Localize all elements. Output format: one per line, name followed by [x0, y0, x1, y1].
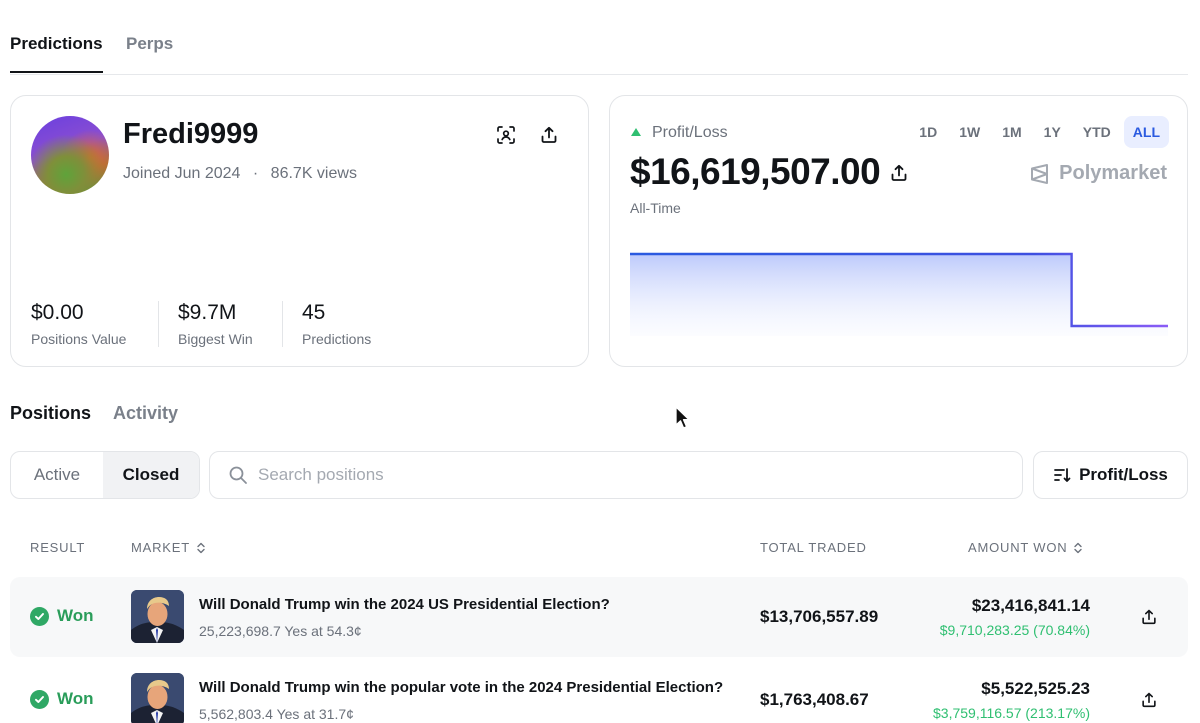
header-result: RESULT [30, 540, 85, 555]
amount-won: $5,522,525.23 [981, 679, 1090, 698]
tab-activity[interactable]: Activity [113, 403, 178, 424]
stat-label: Predictions [302, 331, 372, 347]
avatar [31, 116, 109, 194]
check-circle-icon [30, 606, 49, 626]
sort-updown-icon [197, 542, 205, 553]
mouse-cursor-icon [675, 406, 690, 429]
username: Fredi9999 [123, 118, 259, 150]
filter-active[interactable]: Active [11, 452, 103, 498]
result-label: Won [57, 689, 94, 708]
range-1w[interactable]: 1W [950, 116, 989, 148]
total-traded: $1,763,408.67 [760, 690, 869, 709]
market-title[interactable]: Will Donald Trump win the popular vote i… [199, 679, 723, 696]
share-icon [891, 164, 907, 181]
market-title[interactable]: Will Donald Trump win the 2024 US Presid… [199, 596, 610, 613]
range-1m[interactable]: 1M [993, 116, 1030, 148]
profile-meta: Joined Jun 2024 · 86.7K views [123, 165, 357, 183]
status-toggle: Active Closed [10, 451, 200, 499]
share-icon [1142, 609, 1156, 625]
result-won: Won [30, 689, 94, 709]
stat-label: Positions Value [31, 331, 127, 347]
market-thumbnail [131, 673, 184, 723]
share-icon [541, 126, 557, 143]
scan-icon [497, 126, 515, 144]
meta-separator: · [252, 165, 259, 182]
stat-label: Biggest Win [178, 331, 253, 347]
stat-divider [282, 301, 283, 347]
amount-won: $23,416,841.14 [971, 596, 1090, 615]
pnl-chart [630, 252, 1168, 336]
stat-value: 45 [302, 301, 326, 324]
header-market[interactable]: MARKET [131, 540, 206, 555]
table-row[interactable]: Won Will Donald Trump win the 2024 US Pr… [10, 577, 1188, 657]
brand-name: Polymarket [1059, 162, 1167, 184]
tab-predictions[interactable]: Predictions [10, 34, 103, 73]
scan-button[interactable] [495, 124, 517, 146]
share-pnl-button[interactable] [888, 162, 910, 184]
sort-button[interactable]: Profit/Loss [1033, 451, 1188, 499]
profit-loss-card: Profit/Loss 1D 1W 1M 1Y YTD ALL $16,619,… [609, 95, 1188, 367]
pnl-period: All-Time [630, 200, 681, 216]
pnl-area [630, 254, 1168, 336]
range-all[interactable]: ALL [1123, 116, 1169, 148]
range-1y[interactable]: 1Y [1035, 116, 1070, 148]
pnl-title: Profit/Loss [652, 124, 728, 141]
top-tabs: Predictions Perps [10, 0, 1188, 75]
tab-perps[interactable]: Perps [126, 34, 173, 54]
header-result-label: RESULT [30, 540, 86, 555]
joined-date: Joined Jun 2024 [123, 165, 241, 182]
market-thumbnail [131, 590, 184, 643]
views-count: 86.7K views [270, 165, 357, 182]
header-total-traded-label: TOTAL TRADED [760, 540, 867, 555]
table-row[interactable]: Won Will Donald Trump win the popular vo… [10, 660, 1188, 723]
search-input[interactable] [258, 452, 998, 498]
profile-card: Fredi9999 Joined Jun 2024 · 86.7K views … [10, 95, 589, 367]
result-won: Won [30, 606, 94, 626]
stat-positions-value: $0.00 Positions Value [31, 301, 126, 347]
sort-icon [1054, 468, 1071, 482]
market-position: 25,223,698.7 Yes at 54.3¢ [199, 623, 362, 639]
stat-divider [158, 301, 159, 347]
share-icon [1142, 692, 1156, 708]
stat-predictions: 45 Predictions [302, 301, 371, 347]
stat-value: $0.00 [31, 301, 84, 324]
tab-positions[interactable]: Positions [10, 403, 91, 424]
sort-updown-icon [1074, 542, 1083, 553]
check-circle-icon [30, 689, 49, 709]
polymarket-brand: Polymarket [1029, 162, 1167, 185]
header-total-traded: TOTAL TRADED [760, 540, 867, 555]
profit-amount: $9,710,283.25 (70.84%) [939, 622, 1090, 638]
total-traded: $13,706,557.89 [760, 607, 879, 626]
profit-amount: $3,759,116.57 (213.17%) [933, 705, 1090, 721]
search-box [209, 451, 1023, 499]
pnl-amount: $16,619,507.00 [630, 151, 881, 192]
header-amount-won-label: AMOUNT WON [968, 540, 1068, 555]
range-1d[interactable]: 1D [910, 116, 946, 148]
time-range-selector: 1D 1W 1M 1Y YTD ALL [910, 116, 1169, 148]
range-ytd[interactable]: YTD [1074, 116, 1120, 148]
stat-value: $9.7M [178, 301, 237, 324]
polymarket-logo-icon [1031, 163, 1049, 184]
header-amount-won[interactable]: AMOUNT WON [968, 540, 1083, 555]
filter-closed[interactable]: Closed [103, 452, 199, 498]
share-row-button[interactable] [1138, 606, 1160, 628]
stat-biggest-win: $9.7M Biggest Win [178, 301, 253, 347]
sort-label: Profit/Loss [1079, 465, 1168, 484]
market-position: 5,562,803.4 Yes at 31.7¢ [199, 706, 354, 722]
trend-up-icon [631, 128, 641, 136]
share-row-button[interactable] [1138, 689, 1160, 711]
search-icon [229, 466, 247, 484]
share-profile-button[interactable] [538, 124, 560, 146]
result-label: Won [57, 606, 94, 625]
header-market-label: MARKET [131, 540, 190, 555]
